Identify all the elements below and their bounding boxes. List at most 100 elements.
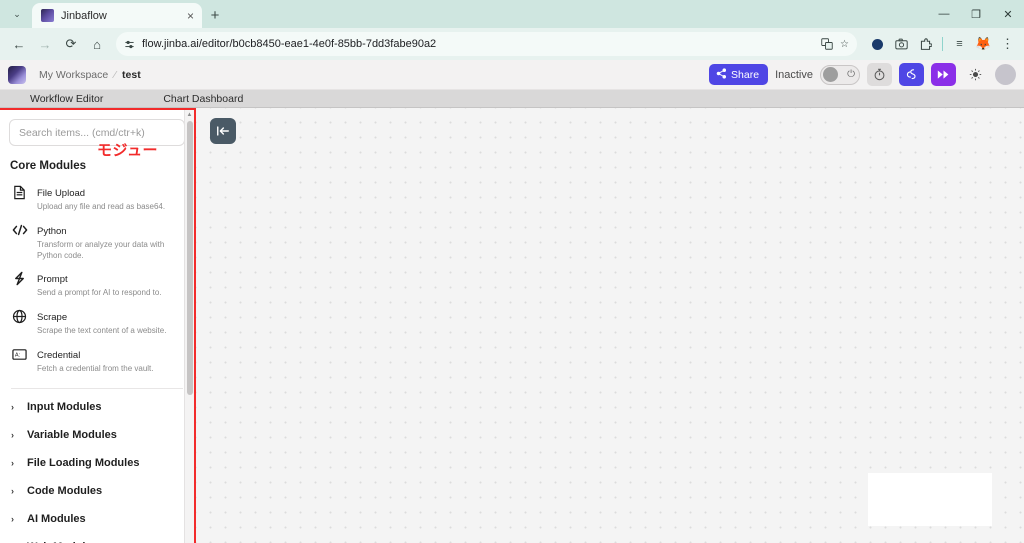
module-name: Prompt xyxy=(37,274,68,285)
category-label: Code Modules xyxy=(27,485,102,497)
chevron-right-icon: › xyxy=(11,430,18,440)
maximize-icon[interactable]: ❐ xyxy=(960,0,992,28)
code-icon xyxy=(11,222,28,239)
sidebar-scrollbar[interactable]: ▲ xyxy=(184,110,194,543)
lightning-icon xyxy=(11,270,28,287)
favicon-icon xyxy=(41,9,54,22)
status-badge: Inactive xyxy=(775,69,813,81)
module-item-prompt[interactable]: Prompt Send a prompt for AI to respond t… xyxy=(9,265,185,303)
main-body: Search items... (cmd/ctr+k) モジュー Core Mo… xyxy=(0,108,1024,543)
category-label: File Loading Modules xyxy=(27,457,139,469)
workflow-canvas[interactable] xyxy=(196,108,1024,543)
browser-tab-strip: ⌄ Jinbaflow × + — ❐ ✕ xyxy=(0,0,1024,28)
reading-list-icon[interactable]: ≡ xyxy=(950,35,969,54)
share-label: Share xyxy=(731,69,759,81)
header-actions: Share Inactive ⏻ xyxy=(709,63,1016,86)
tab-workflow-editor[interactable]: Workflow Editor xyxy=(30,93,103,105)
tab-chart-dashboard[interactable]: Chart Dashboard xyxy=(163,93,243,105)
browser-tab[interactable]: Jinbaflow × xyxy=(32,3,202,28)
sidebar-content: Search items... (cmd/ctr+k) モジュー Core Mo… xyxy=(0,110,194,543)
globe-icon xyxy=(11,308,28,325)
breadcrumb-separator: ⁄ xyxy=(114,69,116,81)
back-icon[interactable]: ← xyxy=(7,32,31,56)
chevron-right-icon: › xyxy=(11,402,18,412)
category-label: Input Modules xyxy=(27,401,102,413)
category-label: AI Modules xyxy=(27,513,86,525)
forward-icon[interactable]: → xyxy=(33,32,57,56)
toolbar-divider xyxy=(942,37,943,51)
collapse-sidebar-button[interactable] xyxy=(210,118,236,144)
module-item-file-upload[interactable]: File Upload Upload any file and read as … xyxy=(9,179,185,217)
module-name: Python xyxy=(37,226,67,237)
window-controls: — ❐ ✕ xyxy=(928,0,1024,28)
browser-toolbar: ← → ⟳ ⌂ flow.jinba.ai/editor/b0cb8450-ea… xyxy=(0,28,1024,60)
category-ai-modules[interactable]: › AI Modules xyxy=(9,505,185,533)
svg-text:A:: A: xyxy=(15,352,21,358)
toggle-knob xyxy=(823,67,838,82)
python-button[interactable] xyxy=(899,63,924,86)
run-button[interactable] xyxy=(931,63,956,86)
address-bar[interactable]: flow.jinba.ai/editor/b0cb8450-eae1-4e0f-… xyxy=(116,32,857,56)
share-icon xyxy=(716,68,727,82)
chevron-right-icon: › xyxy=(11,458,18,468)
module-name: File Upload xyxy=(37,188,85,199)
category-code-modules[interactable]: › Code Modules xyxy=(9,477,185,505)
app-header: My Workspace ⁄ test Share Inactive ⏻ xyxy=(0,60,1024,90)
site-settings-icon[interactable] xyxy=(124,39,135,50)
scrollbar-thumb[interactable] xyxy=(187,121,193,395)
window-close-icon[interactable]: ✕ xyxy=(992,0,1024,28)
module-name: Credential xyxy=(37,350,80,361)
module-item-scrape[interactable]: Scrape Scrape the text content of a webs… xyxy=(9,303,185,341)
new-tab-icon[interactable]: + xyxy=(202,3,228,27)
minimize-icon[interactable]: — xyxy=(928,0,960,28)
module-description: Fetch a credential from the vault. xyxy=(37,364,183,375)
category-input-modules[interactable]: › Input Modules xyxy=(9,393,185,421)
category-label: Variable Modules xyxy=(27,429,117,441)
annotation-module-label: モジュー xyxy=(97,139,158,160)
module-name: Scrape xyxy=(37,312,67,323)
chevron-right-icon: › xyxy=(11,486,18,496)
tab-search-icon[interactable]: ⌄ xyxy=(4,1,30,27)
category-variable-modules[interactable]: › Variable Modules xyxy=(9,421,185,449)
url-text: flow.jinba.ai/editor/b0cb8450-eae1-4e0f-… xyxy=(142,38,814,50)
module-description: Transform or analyze your data with Pyth… xyxy=(37,240,183,262)
scroll-up-icon[interactable]: ▲ xyxy=(185,110,194,120)
browser-menu-icon[interactable]: ⋮ xyxy=(998,35,1017,54)
document-icon xyxy=(11,184,28,201)
bookmark-icon[interactable]: ☆ xyxy=(840,39,849,50)
module-description: Scrape the text content of a website. xyxy=(37,326,183,337)
id-card-icon: A: xyxy=(11,346,28,363)
module-description: Upload any file and read as base64. xyxy=(37,202,183,213)
breadcrumb: My Workspace ⁄ test xyxy=(39,69,141,81)
translate-icon[interactable] xyxy=(821,38,833,50)
breadcrumb-current[interactable]: test xyxy=(122,69,141,81)
timer-button[interactable] xyxy=(867,63,892,86)
profile-badge-icon[interactable] xyxy=(868,35,887,54)
theme-button[interactable] xyxy=(963,63,988,86)
active-toggle[interactable]: ⏻ xyxy=(820,65,860,85)
module-item-credential[interactable]: A: Credential Fetch a credential from th… xyxy=(9,341,185,379)
close-icon[interactable]: × xyxy=(185,10,196,22)
power-icon: ⏻ xyxy=(847,69,855,80)
sidebar-divider xyxy=(11,388,183,389)
breadcrumb-workspace[interactable]: My Workspace xyxy=(39,69,108,81)
share-button[interactable]: Share xyxy=(709,64,768,85)
module-description: Send a prompt for AI to respond to. xyxy=(37,288,183,299)
module-sidebar: Search items... (cmd/ctr+k) モジュー Core Mo… xyxy=(0,108,196,543)
puzzle-extensions-icon[interactable] xyxy=(916,35,935,54)
app-logo-icon[interactable] xyxy=(8,66,26,84)
reload-icon[interactable]: ⟳ xyxy=(59,32,83,56)
module-item-python[interactable]: Python Transform or analyze your data wi… xyxy=(9,217,185,266)
core-modules-heading: Core Modules xyxy=(10,160,185,172)
canvas-minimap[interactable] xyxy=(868,473,992,526)
extension-emoji-icon[interactable]: 🦊 xyxy=(974,35,993,54)
category-file-loading-modules[interactable]: › File Loading Modules xyxy=(9,449,185,477)
screenshot-icon[interactable] xyxy=(892,35,911,54)
avatar[interactable] xyxy=(995,64,1016,85)
app-tab-bar: Workflow Editor Chart Dashboard xyxy=(0,90,1024,108)
extensions-area: ≡ 🦊 ⋮ xyxy=(864,35,1017,54)
chevron-right-icon: › xyxy=(11,514,18,524)
category-web-modules[interactable]: › Web Modules xyxy=(9,533,185,543)
tab-title: Jinbaflow xyxy=(61,10,178,22)
home-icon[interactable]: ⌂ xyxy=(85,32,109,56)
